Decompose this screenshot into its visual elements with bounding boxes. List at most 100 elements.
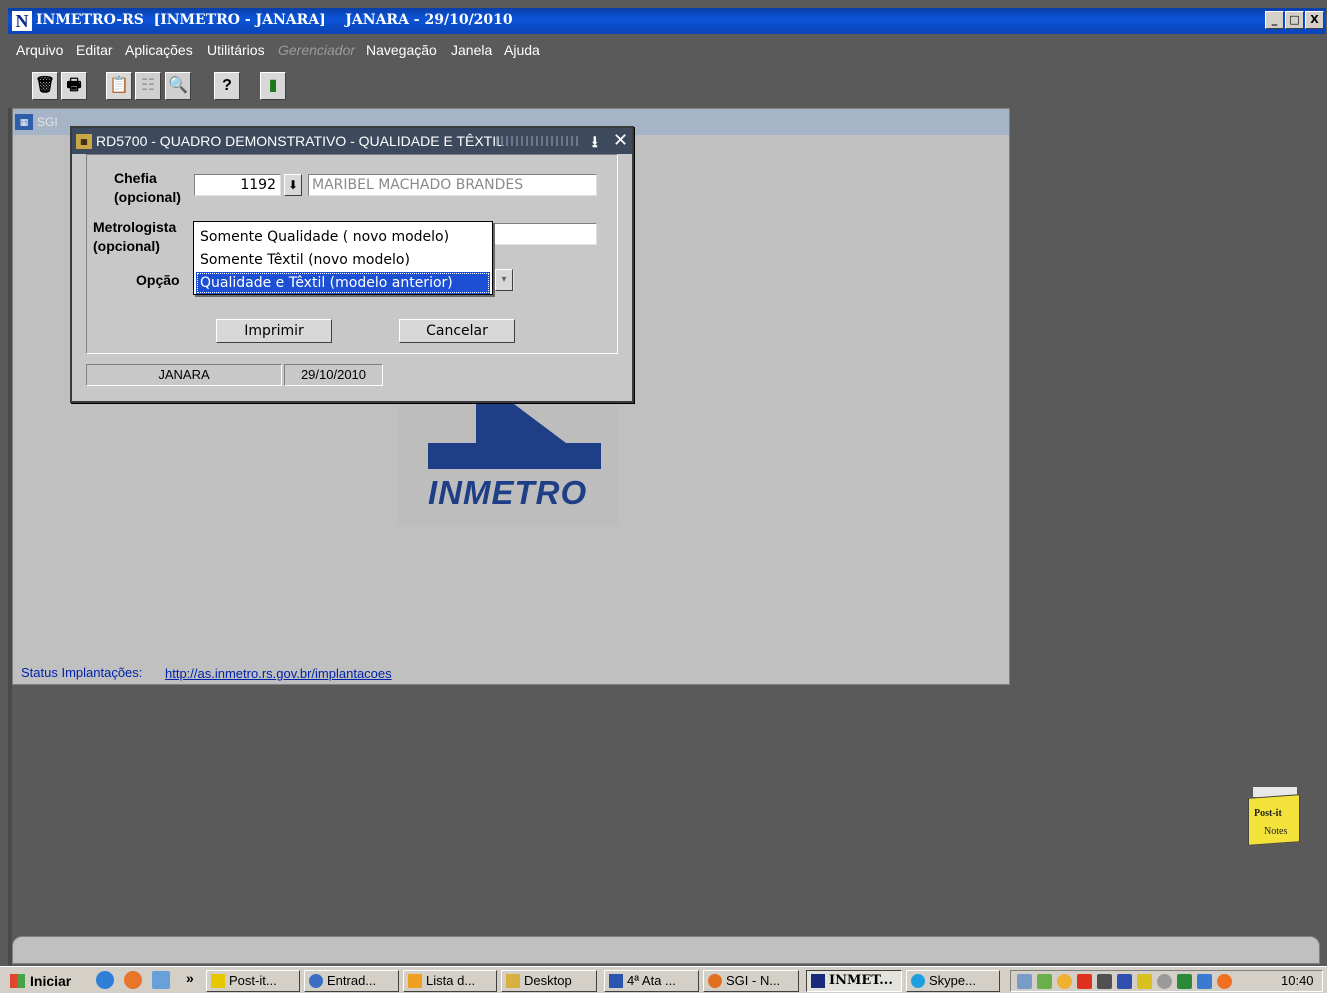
menu-navegacao[interactable]: Navegação [366, 42, 437, 58]
ie-icon[interactable] [96, 971, 114, 989]
word-task-icon [609, 974, 623, 988]
sgi-app-icon: ▦ [15, 114, 33, 130]
tray-monitor-icon[interactable] [1197, 974, 1212, 989]
logo-diagonal [506, 398, 566, 443]
tray-clock-sync-icon[interactable] [1157, 974, 1172, 989]
imprimir-button[interactable]: Imprimir [216, 319, 332, 343]
start-button[interactable]: Iniciar [6, 970, 75, 992]
toolbar: 🗑 🖶 📋 ☷ 🔍 ? ▮ [8, 66, 1326, 108]
tray-excel-icon[interactable] [1177, 974, 1192, 989]
dialog-title-bar[interactable]: ▦ RD5700 - QUADRO DEMONSTRATIVO - QUALID… [72, 128, 632, 154]
option-somente-textil[interactable]: Somente Têxtil (novo modelo) [196, 249, 490, 271]
logo-stem [476, 398, 506, 443]
postit-text-2: Notes [1264, 826, 1288, 837]
close-button[interactable]: X [1305, 11, 1324, 29]
quicklaunch-app-icon[interactable] [152, 971, 170, 989]
task-label: Entrad... [327, 973, 377, 988]
postit-notes-icon[interactable]: Post-it Notes [1248, 786, 1300, 846]
metrologista-label: Metrologista [93, 219, 177, 235]
chefia-sub-label: (opcional) [114, 189, 181, 205]
chefia-lov-arrow-icon[interactable]: ⬇ [284, 174, 302, 196]
task-lista[interactable]: Lista d... [403, 970, 497, 992]
chefia-code-field[interactable]: 1192 [194, 174, 281, 196]
tray-notify-icon[interactable] [1057, 974, 1072, 989]
tray-antivirus-icon[interactable] [1077, 974, 1092, 989]
task-label: INMET... [829, 973, 893, 988]
task-entrada[interactable]: Entrad... [304, 970, 399, 992]
system-tray: 10:40 [1010, 970, 1323, 992]
task-inmetro[interactable]: INMET... [806, 970, 902, 992]
status-implantacoes-link[interactable]: http://as.inmetro.rs.gov.br/implantacoes [165, 666, 392, 681]
tray-update-icon[interactable] [1037, 974, 1052, 989]
menu-bar: Arquivo Editar Aplicações Utilitários Ge… [8, 34, 1326, 66]
metrologista-sub-label: (opcional) [93, 238, 160, 254]
print-icon[interactable]: 🖶 [61, 72, 87, 100]
task-skype[interactable]: Skype... [906, 970, 1000, 992]
firefox-task-icon [708, 974, 722, 988]
option-somente-qualidade[interactable]: Somente Qualidade ( novo modelo) [196, 226, 490, 248]
skype-task-icon [911, 974, 925, 988]
tray-postit-icon[interactable] [1137, 974, 1152, 989]
opcao-label: Opção [136, 272, 180, 288]
option-qualidade-e-textil[interactable]: Qualidade e Têxtil (modelo anterior) [196, 272, 490, 294]
firefox-icon[interactable] [124, 971, 142, 989]
menu-editar[interactable]: Editar [76, 42, 113, 58]
search-icon: 🔍 [165, 72, 191, 100]
trash-icon[interactable]: 🗑 [32, 72, 58, 100]
windows-logo-icon [10, 974, 25, 988]
tray-volume-icon[interactable] [1097, 974, 1112, 989]
status-implantacoes-label: Status Implantações: [21, 665, 143, 680]
status-user-field: JANARA [86, 364, 282, 386]
exit-door-icon[interactable]: ▮ [260, 72, 286, 100]
task-label: Skype... [929, 973, 976, 988]
task-desktop[interactable]: Desktop [501, 970, 597, 992]
quicklaunch-chevron[interactable]: » [186, 970, 194, 986]
menu-ajuda[interactable]: Ajuda [504, 42, 540, 58]
opcao-dropdown-arrow-icon[interactable]: ▾ [495, 269, 513, 291]
taskbar-clock[interactable]: 10:40 [1281, 973, 1314, 988]
inmetro-task-icon [811, 974, 825, 988]
task-label: Post-it... [229, 973, 277, 988]
main-title-bar[interactable]: N INMETRO-RS [INMETRO - JANARA] JANARA -… [8, 8, 1326, 34]
title-grip [496, 136, 580, 146]
maximize-button[interactable]: □ [1285, 11, 1304, 29]
task-postit[interactable]: Post-it... [206, 970, 300, 992]
menu-gerenciador: Gerenciador [278, 42, 356, 58]
chefia-name-field: MARIBEL MACHADO BRANDES [308, 174, 597, 196]
postit-pad [1248, 794, 1300, 846]
folder-task-icon [506, 974, 520, 988]
task-label: Desktop [524, 973, 572, 988]
clipboard-icon[interactable]: 📋 [106, 72, 132, 100]
minimize-button[interactable]: _ [1265, 11, 1284, 29]
sgi-title: SGI [37, 115, 58, 129]
menu-janela[interactable]: Janela [451, 42, 492, 58]
window-title: INMETRO-RS [INMETRO - JANARA] JANARA - 2… [36, 12, 513, 28]
dialog-app-icon: ▦ [76, 134, 92, 149]
status-date-field: 29/10/2010 [284, 364, 383, 386]
postit-task-icon [211, 974, 225, 988]
task-label: Lista d... [426, 973, 476, 988]
menu-utilitarios[interactable]: Utilitários [207, 42, 265, 58]
tray-network-icon[interactable] [1017, 974, 1032, 989]
dialog-close-icon[interactable]: ✕ [613, 130, 628, 151]
app-logo-icon: N [12, 11, 32, 31]
inmetro-logo: INMETRO [398, 398, 618, 526]
lista-task-icon [408, 974, 422, 988]
task-ata[interactable]: 4ª Ata ... [604, 970, 699, 992]
menu-aplicacoes[interactable]: Aplicações [125, 42, 193, 58]
logo-wordmark: INMETRO [428, 474, 588, 511]
task-label: 4ª Ata ... [627, 973, 676, 988]
tray-app-icon[interactable] [1117, 974, 1132, 989]
list-icon: ☷ [135, 72, 161, 100]
task-label: SGI - N... [726, 973, 781, 988]
tray-orange-icon[interactable] [1217, 974, 1232, 989]
help-icon[interactable]: ? [214, 72, 240, 100]
mdi-bottom-bar [12, 936, 1320, 964]
task-sgi[interactable]: SGI - N... [703, 970, 799, 992]
mail-task-icon [309, 974, 323, 988]
logo-bar [428, 443, 601, 469]
dialog-title: RD5700 - QUADRO DEMONSTRATIVO - QUALIDAD… [96, 133, 504, 149]
cancelar-button[interactable]: Cancelar [399, 319, 515, 343]
menu-arquivo[interactable]: Arquivo [16, 42, 63, 58]
taskbar: Iniciar » Post-it... Entrad... Lista d..… [0, 966, 1327, 993]
